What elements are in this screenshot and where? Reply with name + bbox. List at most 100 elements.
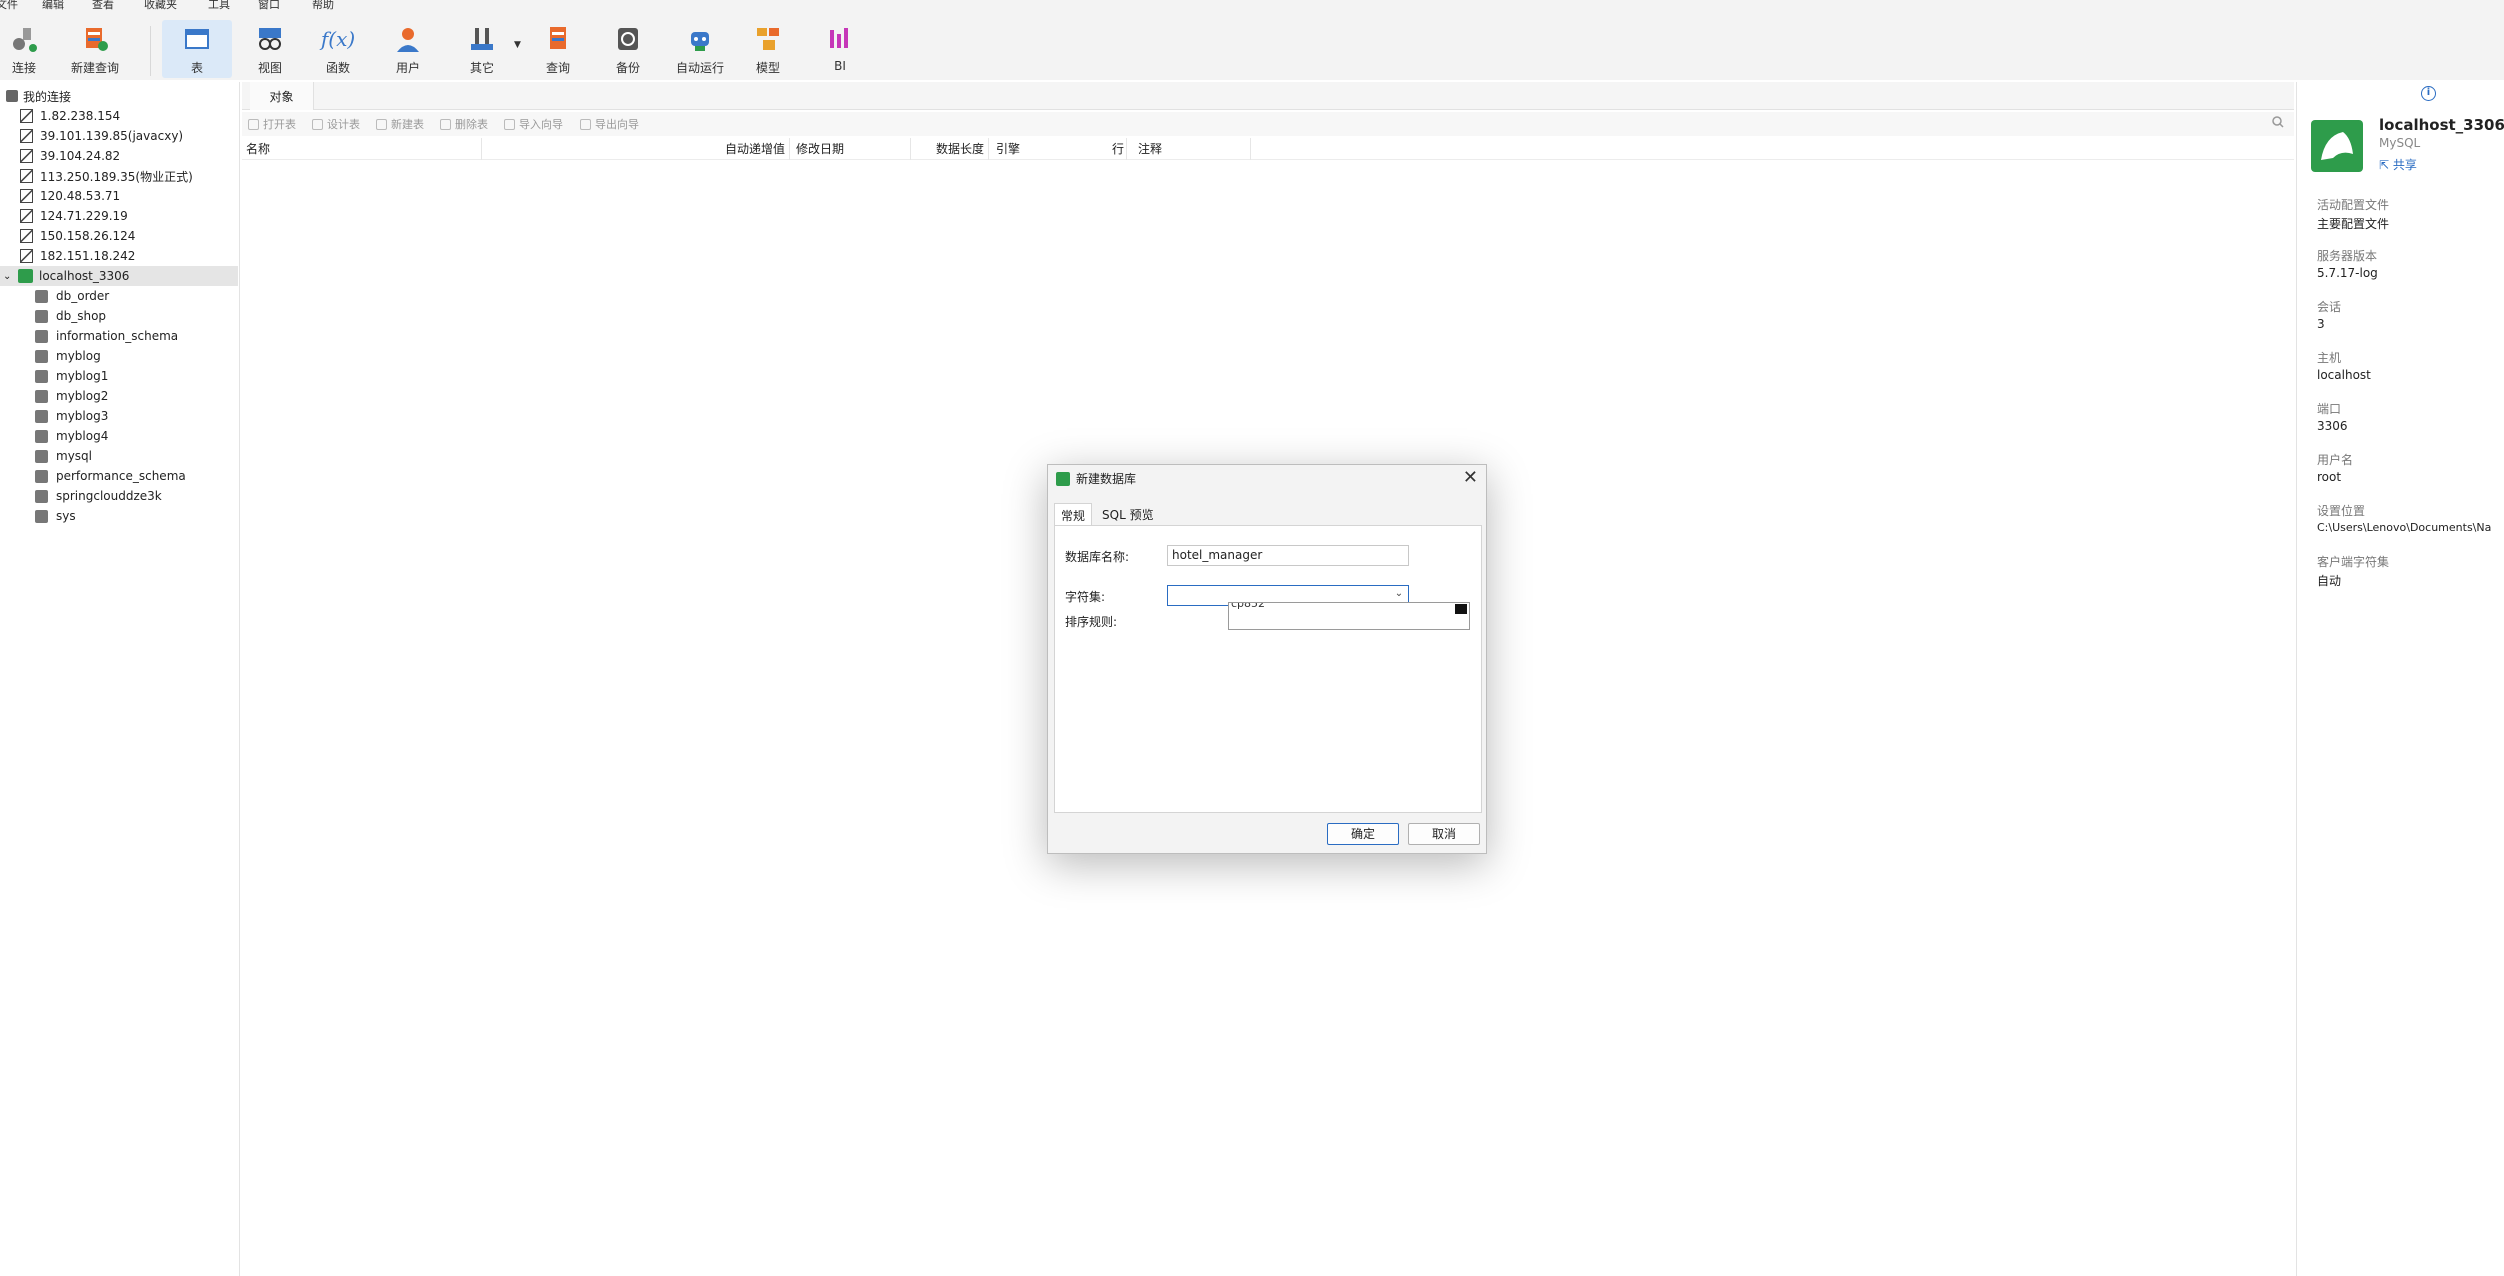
bi-icon <box>823 22 857 56</box>
connect-button[interactable]: 连接 <box>6 20 42 78</box>
connection-item[interactable]: 39.104.24.82 <box>20 146 120 166</box>
database-item[interactable]: db_order <box>35 286 109 306</box>
database-label: sys <box>56 509 76 523</box>
connection-info-panel: i localhost_3306 MySQL ⇱ 共享 活动配置文件 主要配置文… <box>2296 82 2504 1276</box>
table-button[interactable]: 表 <box>162 20 232 78</box>
connection-item[interactable]: 182.151.18.242 <box>20 246 135 266</box>
open-table-button[interactable]: 打开表 <box>248 116 296 132</box>
column-auto-increment[interactable]: 自动递增值 <box>725 140 785 157</box>
database-icon <box>35 389 48 403</box>
column-modified-date[interactable]: 修改日期 <box>796 140 844 157</box>
db-name-input[interactable]: hotel_manager <box>1167 545 1409 566</box>
connection-item[interactable]: 113.250.189.35(物业正式) <box>20 166 193 186</box>
database-item[interactable]: myblog3 <box>35 406 108 426</box>
plug-icon <box>7 22 41 56</box>
column-comment[interactable]: 注释 <box>1138 140 1162 157</box>
database-label: springclouddze3k <box>56 489 162 503</box>
view-button[interactable]: 视图 <box>252 20 288 78</box>
object-list-header: 名称 自动递增值 修改日期 数据长度 引擎 行 注释 <box>242 138 2294 160</box>
model-icon <box>751 22 785 56</box>
query-button[interactable]: 查询 <box>540 20 576 78</box>
database-item[interactable]: myblog4 <box>35 426 108 446</box>
dialog-body: 数据库名称: hotel_manager 字符集: ⌄ 排序规则: <box>1054 525 1482 813</box>
import-wizard-label: 导入向导 <box>519 118 563 131</box>
ok-label: 确定 <box>1350 827 1375 841</box>
tab-sql-preview[interactable]: SQL 预览 <box>1096 503 1160 525</box>
share-link[interactable]: ⇱ 共享 <box>2379 156 2417 173</box>
column-data-length[interactable]: 数据长度 <box>936 140 984 157</box>
connection-icon <box>20 209 33 223</box>
new-table-button[interactable]: 新建表 <box>376 116 424 132</box>
connection-item[interactable]: 1.82.238.154 <box>20 106 120 126</box>
menu-file[interactable]: 文件 <box>0 0 18 12</box>
user-button[interactable]: 用户 <box>390 20 426 78</box>
connection-title: localhost_3306 <box>2379 116 2504 134</box>
database-item[interactable]: mysql <box>35 446 92 466</box>
database-item[interactable]: myblog <box>35 346 101 366</box>
menu-edit[interactable]: 编辑 <box>42 0 64 12</box>
other-button[interactable]: 其它 <box>462 20 502 78</box>
connection-item[interactable]: 124.71.229.19 <box>20 206 128 226</box>
close-icon[interactable]: ✕ <box>1463 467 1478 488</box>
charset-option[interactable]: cp852 <box>1231 603 1265 610</box>
connect-label: 连接 <box>11 61 36 75</box>
info-icon[interactable]: i <box>2421 86 2436 101</box>
database-item[interactable]: myblog1 <box>35 366 108 386</box>
other-dropdown-icon[interactable]: ▼ <box>514 40 521 50</box>
object-action-bar: 打开表 设计表 新建表 删除表 导入向导 导出向导 <box>242 112 2294 136</box>
database-item[interactable]: sys <box>35 506 76 526</box>
menu-favorites[interactable]: 收藏夹 <box>144 0 177 12</box>
import-wizard-button[interactable]: 导入向导 <box>504 116 563 132</box>
info-key: 端口 <box>2317 402 2342 416</box>
column-engine[interactable]: 引擎 <box>996 140 1020 157</box>
info-key: 活动配置文件 <box>2317 198 2390 212</box>
database-item[interactable]: information_schema <box>35 326 178 346</box>
database-label: myblog1 <box>56 369 109 383</box>
tab-general[interactable]: 常规 <box>1054 503 1093 525</box>
info-value: 3 <box>2317 317 2325 331</box>
connection-item[interactable]: 39.101.139.85(javacxy) <box>20 126 183 146</box>
menu-tools[interactable]: 工具 <box>208 0 230 12</box>
db-name-value: hotel_manager <box>1172 548 1263 562</box>
auto-run-button[interactable]: 自动运行 <box>672 20 728 78</box>
bi-button[interactable]: BI <box>822 20 858 78</box>
connection-label: 39.101.139.85(javacxy) <box>40 129 184 143</box>
connection-item-localhost[interactable]: ⌄ localhost_3306 <box>0 266 238 286</box>
new-table-label: 新建表 <box>391 118 424 131</box>
model-button[interactable]: 模型 <box>750 20 786 78</box>
new-table-icon <box>376 118 387 130</box>
search-icon[interactable] <box>2272 116 2284 128</box>
chevron-down-icon[interactable]: ⌄ <box>0 271 14 282</box>
design-table-icon <box>312 118 323 130</box>
my-connections-header[interactable]: 我的连接 <box>6 86 71 106</box>
database-item[interactable]: springclouddze3k <box>35 486 162 506</box>
new-query-button[interactable]: 新建查询 <box>66 20 124 78</box>
database-item[interactable]: performance_schema <box>35 466 186 486</box>
export-wizard-button[interactable]: 导出向导 <box>580 116 639 132</box>
delete-table-button[interactable]: 删除表 <box>440 116 488 132</box>
charset-dropdown-list[interactable]: cp852 <box>1228 602 1470 630</box>
menu-view[interactable]: 查看 <box>92 0 114 12</box>
view-icon <box>253 22 287 56</box>
column-divider <box>910 138 911 160</box>
chevron-down-icon[interactable]: ⌄ <box>1392 588 1406 603</box>
dialog-tabs: 常规 SQL 预览 <box>1054 503 1482 525</box>
tab-objects[interactable]: 对象 <box>250 82 314 110</box>
database-item[interactable]: myblog2 <box>35 386 108 406</box>
design-table-button[interactable]: 设计表 <box>312 116 360 132</box>
menu-help[interactable]: 帮助 <box>312 0 334 12</box>
cancel-button[interactable]: 取消 <box>1408 823 1480 845</box>
database-item[interactable]: db_shop <box>35 306 106 326</box>
connection-sidebar: 我的连接 1.82.238.154 39.101.139.85(javacxy)… <box>0 82 240 1276</box>
connection-item[interactable]: 150.158.26.124 <box>20 226 135 246</box>
open-table-icon <box>248 118 259 130</box>
backup-button[interactable]: 备份 <box>610 20 646 78</box>
column-rows[interactable]: 行 <box>1112 140 1124 157</box>
column-name[interactable]: 名称 <box>246 140 270 157</box>
info-value: 主要配置文件 <box>2317 217 2390 231</box>
menu-window[interactable]: 窗口 <box>258 0 280 12</box>
ok-button[interactable]: 确定 <box>1327 823 1399 845</box>
connection-item[interactable]: 120.48.53.71 <box>20 186 120 206</box>
database-label: myblog <box>56 349 101 363</box>
function-button[interactable]: f(x) 函数 <box>320 20 356 78</box>
